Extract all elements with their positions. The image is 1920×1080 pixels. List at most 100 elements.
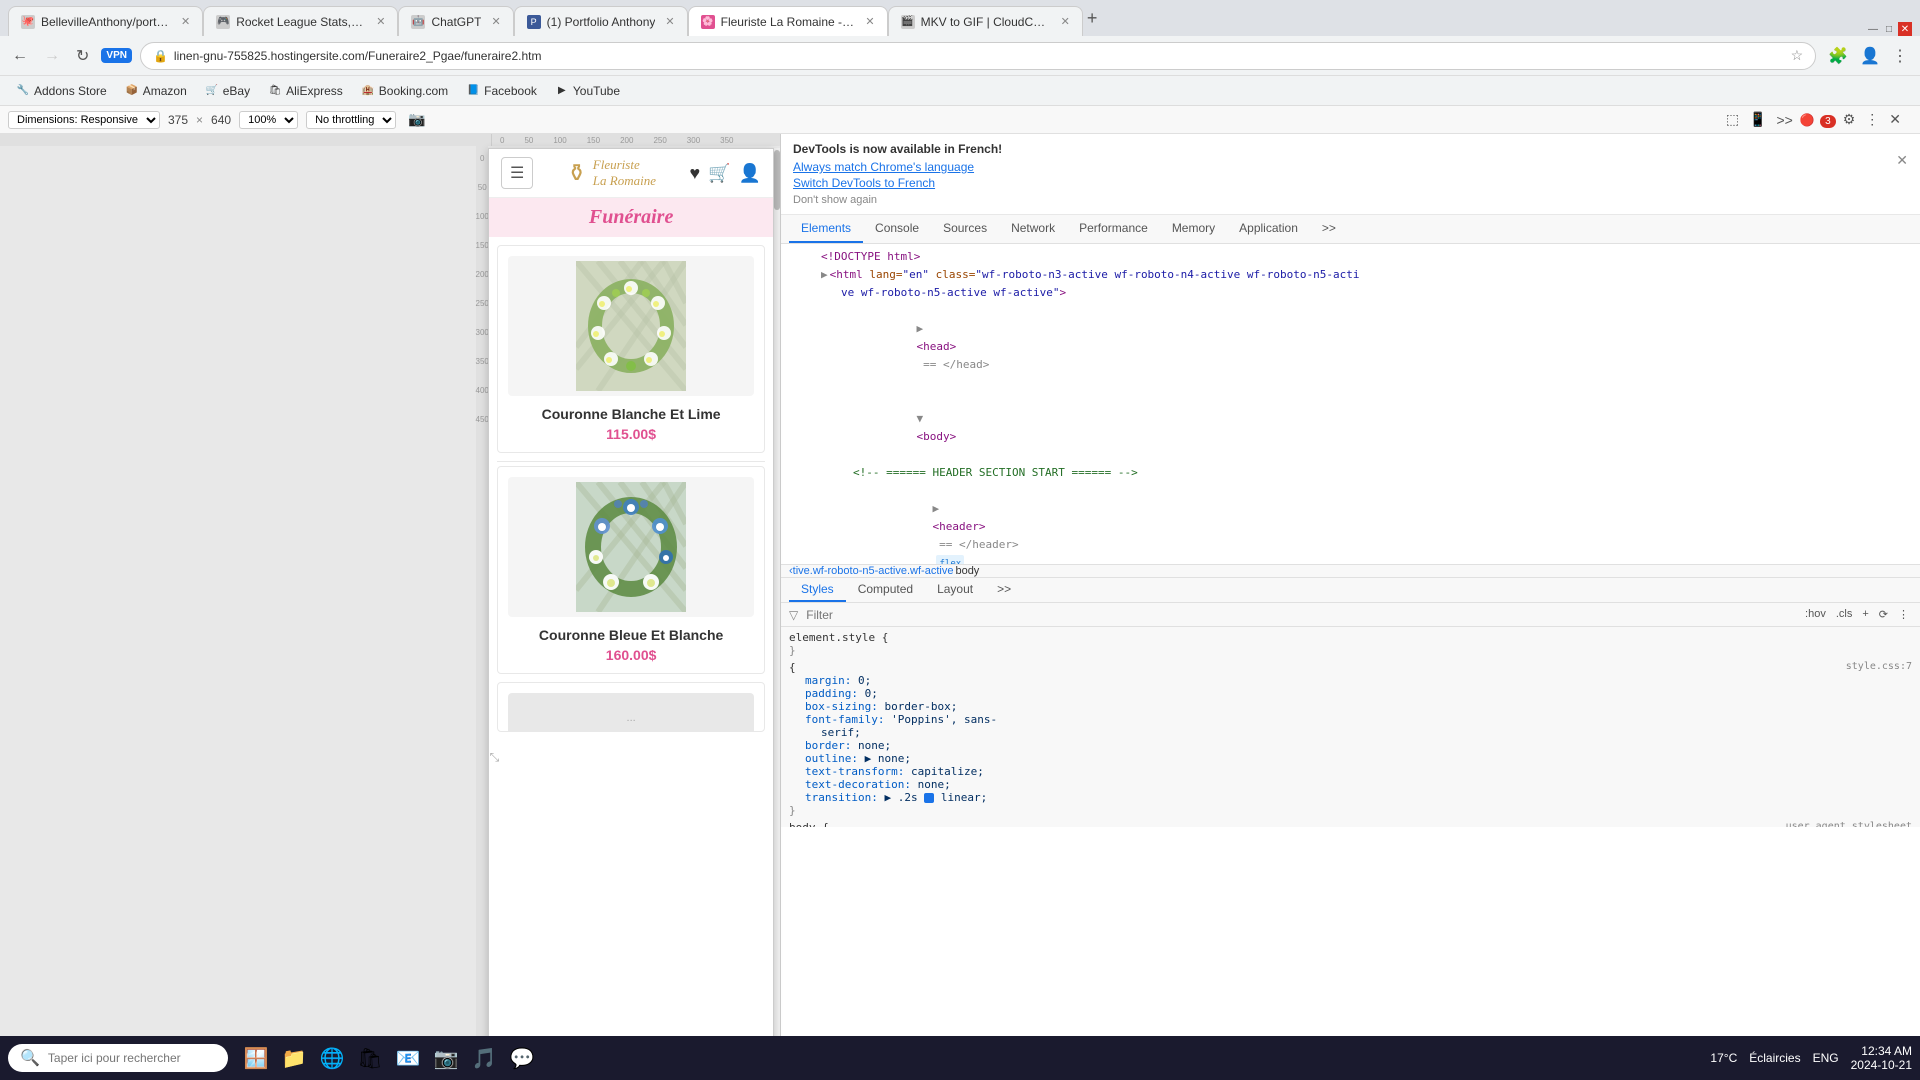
user-icon[interactable]: 👤: [739, 163, 761, 184]
maximize-button[interactable]: □: [1882, 22, 1896, 36]
notif-close-button[interactable]: ✕: [1896, 152, 1908, 169]
bookmark-booking[interactable]: 🏨 Booking.com: [353, 82, 456, 100]
zoom-selector[interactable]: 100%: [239, 111, 298, 129]
profile-button[interactable]: 👤: [1856, 42, 1884, 70]
devtools-tab-more[interactable]: >>: [1310, 215, 1348, 243]
tab-title-2: Rocket League Stats, Leaderbo...: [236, 15, 366, 29]
product-card-3[interactable]: ...: [497, 682, 765, 732]
more-tabs-button[interactable]: >>: [985, 578, 1023, 602]
wishlist-icon[interactable]: ♥: [689, 163, 700, 184]
dim-x: ×: [196, 113, 203, 127]
product-card-1[interactable]: Couronne Blanche Et Lime 115.00$: [497, 245, 765, 453]
forward-button[interactable]: →: [40, 43, 64, 69]
bookmark-ebay[interactable]: 🛒 eBay: [197, 82, 258, 100]
new-tab-button[interactable]: +: [1087, 8, 1098, 29]
more-options-button[interactable]: ⋮: [1862, 108, 1882, 131]
close-button[interactable]: ✕: [1898, 22, 1912, 36]
tab-close-1[interactable]: ✕: [181, 15, 190, 28]
vpn-badge[interactable]: VPN: [101, 48, 132, 63]
devtools-tab-memory[interactable]: Memory: [1160, 215, 1227, 243]
address-bar[interactable]: 🔒 linen-gnu-755825.hostingersite.com/Fun…: [140, 42, 1816, 70]
filter-bar: ▽ :hov .cls + ⟳ ⋮: [781, 603, 1920, 627]
taskbar-time: 12:34 AM: [1861, 1044, 1912, 1058]
dom-line-html[interactable]: ▶ <html lang="en" class="wf-roboto-n3-ac…: [781, 266, 1920, 284]
bookmark-addons[interactable]: 🔧 Addons Store: [8, 82, 115, 100]
resize-handle[interactable]: ⤡: [489, 748, 501, 760]
dom-line-header[interactable]: ▶ <header> == </header> flex: [781, 482, 1920, 564]
dom-line-body[interactable]: ▼ <body>: [781, 392, 1920, 464]
mobile-viewport[interactable]: ☰ ⚱ Fleuriste La Romaine: [488, 148, 774, 1044]
cart-icon[interactable]: 🛒: [708, 163, 730, 184]
styles-tab[interactable]: Styles: [789, 578, 846, 602]
device-toggle-button[interactable]: 📱: [1746, 108, 1769, 131]
dom-code-area[interactable]: <!DOCTYPE html> ▶ <html lang="en" class=…: [781, 244, 1920, 564]
filter-more[interactable]: ⋮: [1895, 607, 1912, 622]
screenshot-button[interactable]: 📷: [404, 107, 429, 132]
throttle-select[interactable]: No throttling: [306, 111, 396, 129]
filter-refresh[interactable]: ⟳: [1876, 607, 1891, 622]
filter-buttons: :hov .cls + ⟳ ⋮: [1802, 607, 1912, 622]
tab-close-5[interactable]: ✕: [865, 15, 874, 28]
breadcrumb-body[interactable]: body: [955, 565, 979, 577]
product-card-2[interactable]: Couronne Bleue Et Blanche 160.00$: [497, 466, 765, 674]
filter-plus[interactable]: +: [1859, 607, 1871, 622]
taskbar-icon-widgets[interactable]: 🪟: [240, 1042, 272, 1074]
taskbar-icon-discord[interactable]: 💬: [506, 1042, 538, 1074]
tab-chatgpt[interactable]: 🤖 ChatGPT ✕: [398, 6, 513, 36]
notif-dismiss[interactable]: Don't show again: [793, 194, 877, 206]
tab-close-2[interactable]: ✕: [376, 15, 385, 28]
throttle-selector[interactable]: No throttling: [306, 111, 396, 129]
tab-portfolio[interactable]: P (1) Portfolio Anthony ✕: [514, 6, 688, 36]
css-block-body: body { user agent stylesheet: [789, 821, 1912, 827]
taskbar-icon-photo[interactable]: 📷: [430, 1042, 462, 1074]
tab-close-3[interactable]: ✕: [491, 15, 500, 28]
bookmarks-bar: 🔧 Addons Store 📦 Amazon 🛒 eBay 🛍 AliExpr…: [0, 76, 1920, 106]
bookmark-amazon[interactable]: 📦 Amazon: [117, 82, 195, 100]
taskbar-search[interactable]: 🔍: [8, 1044, 228, 1072]
taskbar-icon-spotify[interactable]: 🎵: [468, 1042, 500, 1074]
zoom-select[interactable]: 100%: [239, 111, 298, 129]
taskbar-icon-mail[interactable]: 📧: [392, 1042, 424, 1074]
taskbar-icon-browser[interactable]: 🌐: [316, 1042, 348, 1074]
devtools-tab-console[interactable]: Console: [863, 215, 931, 243]
device-select[interactable]: Dimensions: Responsive: [8, 111, 160, 129]
devtools-tab-elements[interactable]: Elements: [789, 215, 863, 243]
layout-tab[interactable]: Layout: [925, 578, 985, 602]
notif-link-1[interactable]: Always match Chrome's language: [793, 160, 1908, 174]
settings-button[interactable]: ⋮: [1888, 42, 1912, 70]
close-devtools-button[interactable]: ✕: [1886, 108, 1904, 131]
devtools-tab-application[interactable]: Application: [1227, 215, 1310, 243]
bookmark-facebook[interactable]: 📘 Facebook: [458, 82, 545, 100]
taskbar-icon-file[interactable]: 📁: [278, 1042, 310, 1074]
taskbar-icon-store[interactable]: 🛍: [354, 1042, 386, 1074]
reload-button[interactable]: ↻: [72, 42, 93, 70]
star-icon[interactable]: ☆: [1791, 47, 1804, 64]
devtools-tab-performance[interactable]: Performance: [1067, 215, 1160, 243]
devtools-tab-network[interactable]: Network: [999, 215, 1067, 243]
css-prop-margin: margin: 0;: [789, 674, 1912, 687]
tab-bellevilleanthony[interactable]: 🐙 BellevilleAnthony/portfolio ✕: [8, 6, 203, 36]
filter-input[interactable]: [806, 608, 1794, 622]
taskbar-search-input[interactable]: [48, 1051, 216, 1065]
tab-close-4[interactable]: ✕: [665, 15, 674, 28]
minimize-button[interactable]: —: [1866, 22, 1880, 36]
bookmark-youtube[interactable]: ▶ YouTube: [547, 82, 628, 100]
back-button[interactable]: ←: [8, 43, 32, 69]
tab-rocketleague[interactable]: 🎮 Rocket League Stats, Leaderbo... ✕: [203, 6, 398, 36]
responsive-selector[interactable]: Dimensions: Responsive: [8, 111, 160, 129]
devtools-tab-sources[interactable]: Sources: [931, 215, 999, 243]
dom-line-head[interactable]: ▶ <head> == </head>: [781, 302, 1920, 392]
more-tools-button[interactable]: >>: [1773, 109, 1795, 131]
filter-cls[interactable]: .cls: [1833, 607, 1856, 622]
settings-devtools-button[interactable]: ⚙: [1840, 108, 1859, 131]
tab-cloudconvert[interactable]: 🎬 MKV to GIF | CloudConvert ✕: [888, 6, 1083, 36]
menu-button[interactable]: ☰: [501, 157, 533, 189]
inspect-button[interactable]: ⬚: [1723, 108, 1742, 131]
bookmark-aliexpress[interactable]: 🛍 AliExpress: [260, 82, 351, 100]
notif-link-2[interactable]: Switch DevTools to French: [793, 176, 1908, 190]
tab-close-6[interactable]: ✕: [1061, 15, 1070, 28]
filter-hov[interactable]: :hov: [1802, 607, 1829, 622]
computed-tab[interactable]: Computed: [846, 578, 925, 602]
tab-fleuriste[interactable]: 🌸 Fleuriste La Romaine - Funérai... ✕: [688, 6, 888, 36]
extensions-button[interactable]: 🧩: [1824, 42, 1852, 70]
